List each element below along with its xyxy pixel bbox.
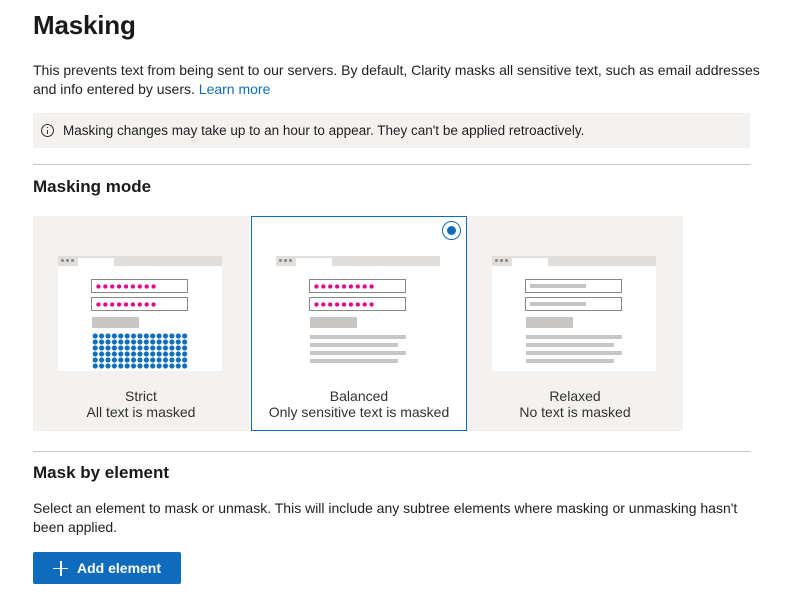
masking-mode-heading: Masking mode <box>33 177 152 196</box>
option-name: Relaxed <box>549 388 601 404</box>
browser-dots-icon <box>495 259 509 262</box>
masked-field <box>91 297 188 311</box>
section-divider <box>33 164 750 165</box>
masked-dots <box>313 302 375 307</box>
browser-dots-icon <box>61 259 75 262</box>
placeholder-button <box>310 317 357 328</box>
browser-dots-icon <box>279 259 293 262</box>
mode-option-strict[interactable]: Strict All text is masked <box>33 216 249 431</box>
masked-field <box>309 297 406 311</box>
page-description: This prevents text from being sent to ou… <box>33 61 763 99</box>
option-name: Balanced <box>329 388 389 404</box>
description-text: This prevents text from being sent to ou… <box>33 62 760 97</box>
text-line <box>310 343 398 347</box>
text-line <box>310 351 406 355</box>
option-caption: No text is masked <box>519 404 631 420</box>
browser-tab <box>296 258 332 266</box>
section-divider <box>33 451 750 452</box>
mode-option-relaxed[interactable]: Relaxed No text is masked <box>467 216 683 431</box>
balanced-label: Balanced Only sensitive text is masked <box>252 388 466 420</box>
masked-field <box>91 279 188 293</box>
plus-icon <box>53 560 68 576</box>
browser-tab <box>512 258 548 266</box>
masked-dots <box>95 302 157 307</box>
radio-selected-icon[interactable] <box>442 221 461 240</box>
option-name: Strict <box>125 388 157 404</box>
info-notice: Masking changes may take up to an hour t… <box>33 113 750 148</box>
text-line <box>310 359 398 363</box>
text-field <box>525 297 622 311</box>
text-line <box>526 351 622 355</box>
text-line <box>526 343 614 347</box>
option-caption: Only sensitive text is masked <box>268 404 450 420</box>
balanced-preview-illustration <box>276 256 440 371</box>
mask-by-element-description: Select an element to mask or unmask. Thi… <box>33 500 738 535</box>
placeholder-button <box>92 317 139 328</box>
add-element-button[interactable]: Add element <box>33 552 181 584</box>
mask-by-element-heading: Mask by element <box>33 463 170 482</box>
strict-label: Strict All text is masked <box>33 388 249 420</box>
text-line <box>310 335 406 339</box>
text-line <box>526 335 622 339</box>
notice-text: Masking changes may take up to an hour t… <box>63 123 585 138</box>
masked-dots <box>95 284 157 289</box>
text-field <box>525 279 622 293</box>
mode-option-balanced[interactable]: Balanced Only sensitive text is masked <box>251 216 467 431</box>
relaxed-preview-illustration <box>492 256 656 371</box>
info-icon <box>41 124 54 137</box>
relaxed-label: Relaxed No text is masked <box>467 388 683 420</box>
add-element-label: Add element <box>77 560 162 576</box>
masked-dots <box>313 284 375 289</box>
placeholder-button <box>526 317 573 328</box>
masked-field <box>309 279 406 293</box>
field-text-line <box>530 302 586 306</box>
masked-text-dots <box>92 333 188 369</box>
text-line <box>526 359 614 363</box>
page-title: Masking <box>33 10 136 40</box>
option-caption: All text is masked <box>86 404 196 420</box>
field-text-line <box>530 284 586 288</box>
browser-tab <box>78 258 114 266</box>
strict-preview-illustration <box>58 256 222 371</box>
learn-more-link[interactable]: Learn more <box>199 81 271 97</box>
